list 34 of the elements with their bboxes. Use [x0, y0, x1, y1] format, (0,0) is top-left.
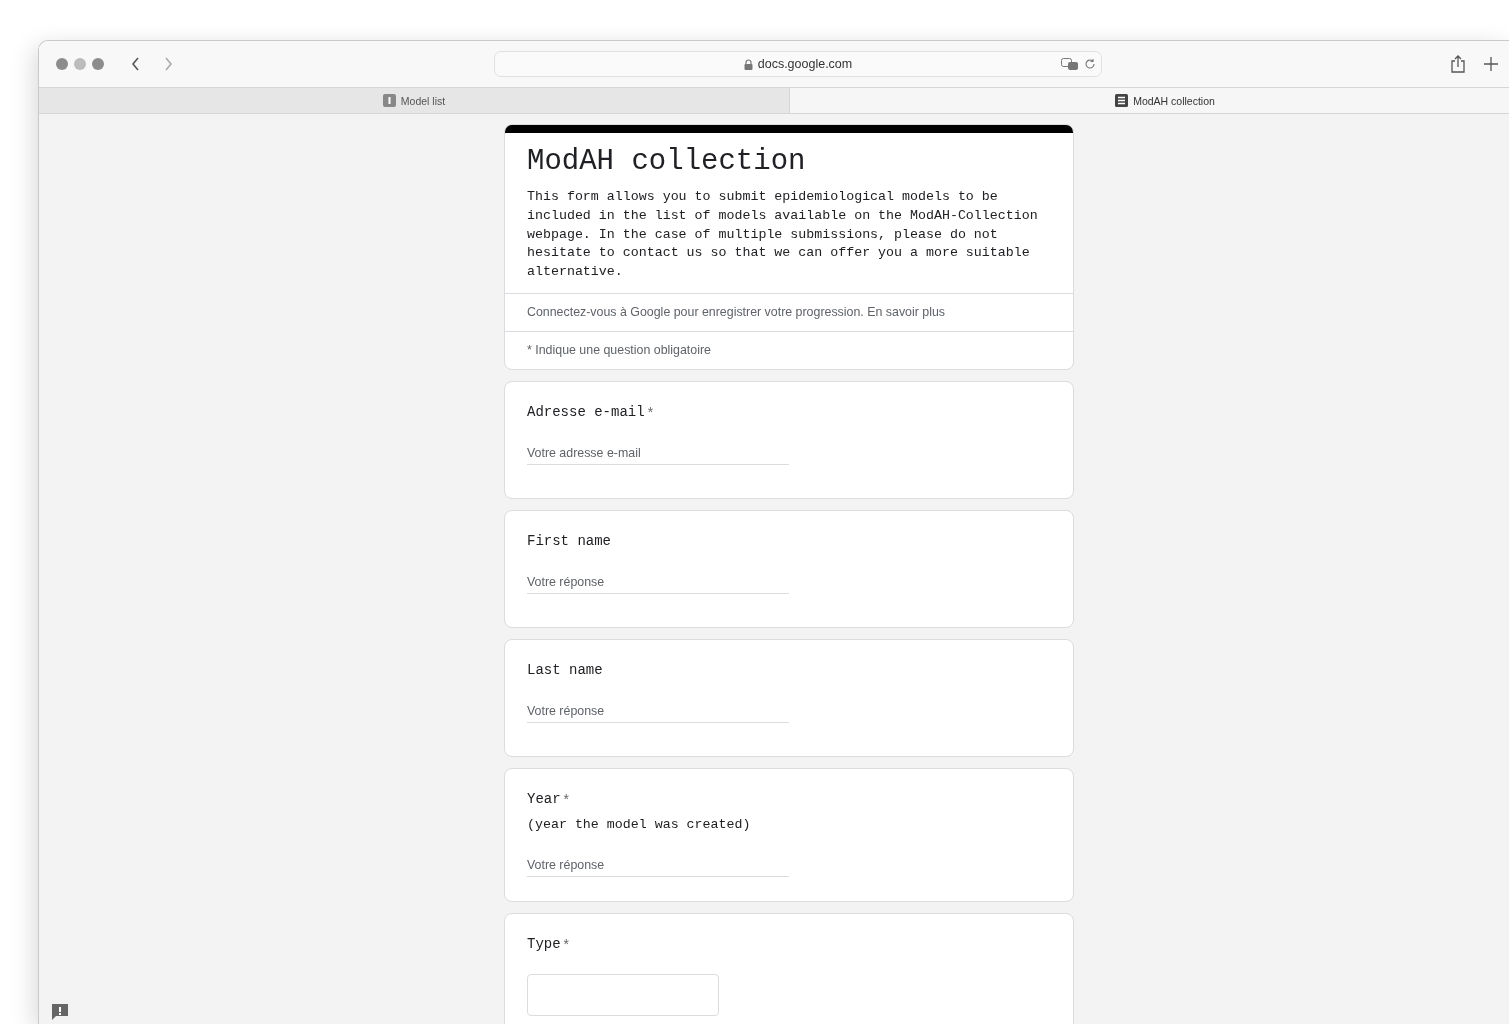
form-title: ModAH collection — [527, 145, 807, 178]
close-icon[interactable] — [56, 58, 68, 70]
required-note: * Indique une question obligatoire — [505, 331, 1073, 369]
required-mark: * — [647, 404, 654, 420]
required-mark: * — [563, 936, 570, 952]
address-text: docs.google.com — [757, 57, 853, 71]
answer-field[interactable]: Votre réponse — [527, 704, 789, 723]
zoom-icon[interactable] — [92, 58, 104, 70]
browser-tab[interactable]: Model list — [39, 88, 789, 113]
dropdown-field[interactable] — [527, 974, 719, 1016]
question-label: Adresse e-mail — [527, 404, 645, 420]
question-label: Last name — [527, 662, 603, 678]
lock-icon — [743, 58, 753, 70]
answer-field[interactable]: Votre adresse e-mail — [527, 446, 789, 465]
sign-in-note: Connectez-vous à Google pour enregistrer votre progression. En savoir plus — [505, 293, 1073, 331]
required-mark: * — [563, 791, 570, 807]
form-description: This form allows you to submit epidemiological models to be included in the list of models available on the ModAH-Collection webpage. In the case of multiple submissions, please do not hesitate to contact us so that we can offer you a more suitable alternative. — [527, 188, 1039, 282]
question-label: Type — [527, 936, 561, 952]
new-tab-icon[interactable] — [1484, 57, 1498, 71]
reload-icon[interactable] — [1084, 58, 1096, 70]
question-label: First name — [527, 533, 611, 549]
share-icon[interactable] — [1451, 55, 1465, 73]
answer-field[interactable]: Votre réponse — [527, 858, 789, 877]
forward-icon[interactable] — [162, 56, 174, 72]
translate-icon[interactable] — [1061, 57, 1079, 71]
back-icon[interactable] — [130, 56, 142, 72]
answer-field[interactable]: Votre réponse — [527, 575, 789, 594]
question-description: (year the model was created) — [527, 817, 752, 832]
browser-tab[interactable]: ModAH collection — [789, 88, 1509, 113]
bookmark-icon — [382, 94, 396, 107]
address-bar[interactable]: docs.google.com — [494, 51, 1102, 77]
question-label: Year — [527, 791, 561, 807]
feedback-icon[interactable] — [51, 1003, 69, 1021]
list-icon — [1115, 94, 1129, 107]
